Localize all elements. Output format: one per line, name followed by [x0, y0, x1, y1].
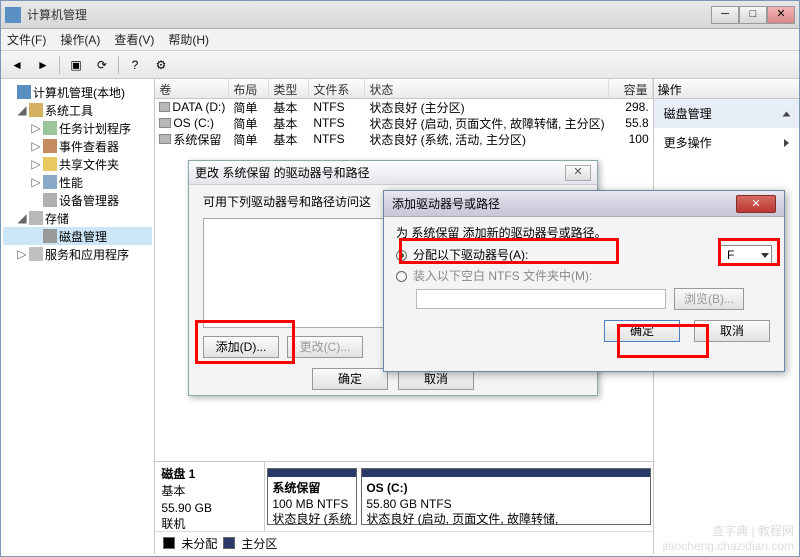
- disk-header[interactable]: 磁盘 1 基本 55.90 GB 联机: [155, 462, 265, 531]
- volume-grid-body: DATA (D:) 简单 基本 NTFS 状态良好 (主分区) 298. OS …: [155, 99, 652, 147]
- legend: 未分配 主分区: [155, 532, 652, 554]
- partition-os-c[interactable]: OS (C:) 55.80 GB NTFS 状态良好 (启动, 页面文件, 故障…: [361, 468, 650, 525]
- volume-icon: [159, 118, 171, 128]
- volume-icon: [159, 134, 171, 144]
- dialog1-title: 更改 系统保留 的驱动器号和路径: [195, 164, 370, 181]
- tree-services-apps[interactable]: ▷服务和应用程序: [3, 245, 152, 263]
- dialog2-title: 添加驱动器号或路径: [392, 195, 500, 212]
- add-drive-letter-dialog: 添加驱动器号或路径 ✕ 为 系统保留 添加新的驱动器号或路径。 分配以下驱动器号…: [383, 190, 785, 372]
- col-volume[interactable]: 卷: [155, 79, 229, 98]
- volume-row[interactable]: DATA (D:) 简单 基本 NTFS 状态良好 (主分区) 298.: [155, 99, 652, 115]
- menubar: 文件(F) 操作(A) 查看(V) 帮助(H): [1, 29, 799, 51]
- volume-row[interactable]: 系统保留 简单 基本 NTFS 状态良好 (系统, 活动, 主分区) 100: [155, 131, 652, 147]
- dialog1-ok-button[interactable]: 确定: [312, 368, 388, 390]
- menu-file[interactable]: 文件(F): [7, 31, 46, 48]
- expand-icon: [783, 111, 791, 116]
- actions-more[interactable]: 更多操作: [654, 128, 799, 157]
- tree-root[interactable]: 计算机管理(本地): [3, 83, 152, 101]
- tree-disk-management[interactable]: 磁盘管理: [3, 227, 152, 245]
- tree-performance[interactable]: ▷性能: [3, 173, 152, 191]
- dialog2-ok-button[interactable]: 确定: [604, 320, 680, 342]
- col-capacity[interactable]: 容量: [609, 79, 653, 98]
- watermark: 查字典 | 教程网 jiaocheng.chazidian.com: [663, 524, 794, 553]
- maximize-button[interactable]: □: [739, 6, 767, 24]
- mount-path-input: [416, 289, 666, 309]
- minimize-button[interactable]: ─: [711, 6, 739, 24]
- toolbar: ◄ ► ▣ ⟳ ? ⚙: [1, 51, 799, 79]
- change-button: 更改(C)...: [287, 336, 363, 358]
- volume-icon: [159, 102, 170, 112]
- col-layout[interactable]: 布局: [229, 79, 269, 98]
- col-filesystem[interactable]: 文件系统: [309, 79, 365, 98]
- radio-assign-label: 分配以下驱动器号(A):: [413, 245, 528, 267]
- menu-view[interactable]: 查看(V): [114, 31, 154, 48]
- radio-assign-letter[interactable]: [396, 250, 407, 261]
- dialog2-close-button[interactable]: ✕: [736, 195, 776, 213]
- disk-map: 磁盘 1 基本 55.90 GB 联机 系统保留 100 MB NTFS 状态良…: [155, 461, 652, 554]
- volume-grid-header: 卷 布局 类型 文件系统 状态 容量: [155, 79, 652, 99]
- menu-action[interactable]: 操作(A): [60, 31, 100, 48]
- add-button[interactable]: 添加(D)...: [203, 336, 279, 358]
- dialog2-cancel-button[interactable]: 取消: [694, 320, 770, 342]
- drive-letter-combo[interactable]: F: [720, 245, 772, 265]
- radio-mount-label: 装入以下空白 NTFS 文件夹中(M):: [413, 266, 592, 288]
- volume-row[interactable]: OS (C:) 简单 基本 NTFS 状态良好 (启动, 页面文件, 故障转储,…: [155, 115, 652, 131]
- browse-button: 浏览(B)...: [674, 288, 744, 310]
- app-icon: [5, 7, 21, 23]
- tree-shared-folders[interactable]: ▷共享文件夹: [3, 155, 152, 173]
- refresh-button[interactable]: ⟳: [90, 54, 114, 76]
- settings-button[interactable]: ⚙: [149, 54, 173, 76]
- actions-header: 操作: [654, 79, 799, 99]
- tree-task-scheduler[interactable]: ▷任务计划程序: [3, 119, 152, 137]
- chevron-down-icon: [761, 253, 769, 258]
- tree-event-viewer[interactable]: ▷事件查看器: [3, 137, 152, 155]
- dialog2-desc: 为 系统保留 添加新的驱动器号或路径。: [396, 223, 772, 245]
- window-title: 计算机管理: [27, 6, 711, 23]
- forward-button[interactable]: ►: [31, 54, 55, 76]
- menu-help[interactable]: 帮助(H): [168, 31, 209, 48]
- tree-system-tools[interactable]: ◢系统工具: [3, 101, 152, 119]
- actions-diskmgmt[interactable]: 磁盘管理: [654, 99, 799, 128]
- up-button[interactable]: ▣: [64, 54, 88, 76]
- titlebar[interactable]: 计算机管理 ─ □ ✕: [1, 1, 799, 29]
- partition-system-reserved[interactable]: 系统保留 100 MB NTFS 状态良好 (系统: [267, 468, 357, 525]
- tree-device-manager[interactable]: 设备管理器: [3, 191, 152, 209]
- tree-storage[interactable]: ◢存储: [3, 209, 152, 227]
- nav-tree: 计算机管理(本地) ◢系统工具 ▷任务计划程序 ▷事件查看器 ▷共享文件夹 ▷性…: [1, 79, 155, 554]
- col-type[interactable]: 类型: [269, 79, 309, 98]
- back-button[interactable]: ◄: [5, 54, 29, 76]
- dialog1-close-button[interactable]: ✕: [565, 165, 591, 181]
- col-status[interactable]: 状态: [365, 79, 608, 98]
- help-button[interactable]: ?: [123, 54, 147, 76]
- radio-mount-folder[interactable]: [396, 271, 407, 282]
- chevron-right-icon: [784, 139, 789, 147]
- close-button[interactable]: ✕: [767, 6, 795, 24]
